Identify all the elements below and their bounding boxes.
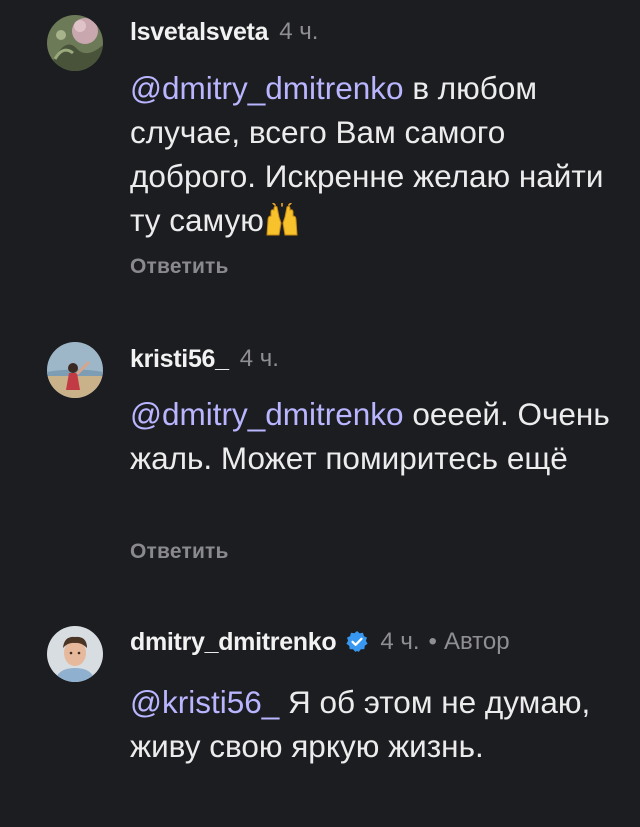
- comment-username[interactable]: dmitry_dmitrenko: [130, 628, 337, 657]
- raising-hands-emoji-icon: [264, 202, 300, 237]
- reply-button[interactable]: Ответить: [130, 255, 229, 279]
- comment-text: @dmitry_dmitrenko в любом случае, всего …: [130, 66, 610, 242]
- avatar[interactable]: [47, 15, 103, 71]
- separator-dot: •: [428, 628, 437, 655]
- mention-link[interactable]: @kristi56_: [130, 684, 279, 720]
- comment-time: 4 ч.: [380, 628, 420, 655]
- comment-header: dmitry_dmitrenko 4 ч. • Автор: [130, 626, 510, 658]
- comment-username[interactable]: kristi56_: [130, 345, 229, 374]
- author-label: Автор: [443, 628, 510, 655]
- comment-username[interactable]: lsvetalsveta: [130, 18, 268, 47]
- comment-text: @dmitry_dmitrenko оееей. Очень жаль. Мож…: [130, 392, 610, 480]
- comment-time: 4 ч.: [279, 18, 319, 45]
- avatar[interactable]: [47, 342, 103, 398]
- reply-button[interactable]: Ответить: [130, 540, 229, 564]
- avatar[interactable]: [47, 626, 103, 682]
- comment-text: @kristi56_ Я об этом не думаю, живу свою…: [130, 680, 610, 768]
- verified-badge-icon: [345, 630, 369, 654]
- mention-link[interactable]: @dmitry_dmitrenko: [130, 70, 404, 106]
- comment-time: 4 ч.: [239, 345, 279, 372]
- comment-header: kristi56_ 4 ч.: [130, 343, 279, 375]
- mention-link[interactable]: @dmitry_dmitrenko: [130, 396, 404, 432]
- comment-header: lsvetalsveta 4 ч.: [130, 16, 318, 48]
